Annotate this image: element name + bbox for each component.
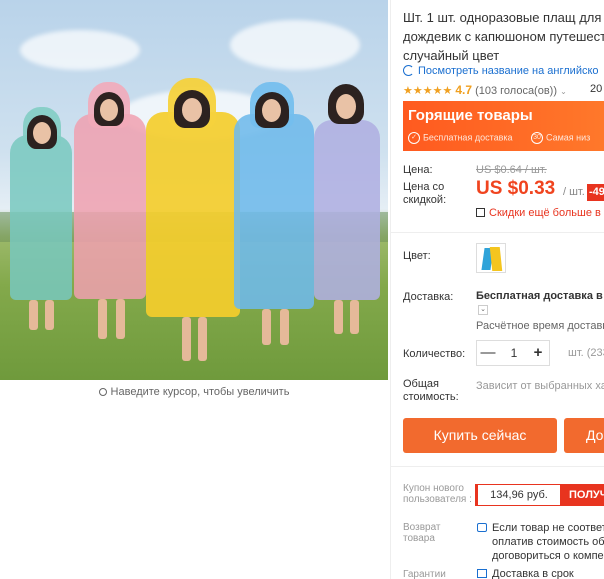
- add-to-cart-button[interactable]: До: [564, 418, 604, 453]
- bulk-discount-link[interactable]: Скидки ещё больше в п: [476, 207, 604, 219]
- hot-deals-banner: Горящие товары ✓ Бесплатная доставка 30 Са…: [403, 101, 604, 151]
- model-blue-raincoat: [228, 82, 318, 352]
- returns-icon: [477, 523, 487, 532]
- model-pink-raincoat: [70, 82, 150, 347]
- returns-policy: Если товар не соответс оплатив стоимость…: [477, 521, 604, 563]
- price-label: Цена:: [403, 164, 433, 176]
- returns-line: договориться о компен: [492, 550, 604, 562]
- rating-value: 4.7: [455, 83, 472, 97]
- delivery-icon: [477, 569, 487, 578]
- quantity-decrease-button[interactable]: —: [477, 341, 499, 365]
- price-unit: / шт.: [563, 186, 585, 198]
- shipping-dropdown-chevron-icon[interactable]: ⌄: [478, 305, 488, 315]
- guarantee-label: Гарантии: [403, 569, 446, 579]
- discount-price-label: Цена со скидкой:: [403, 181, 447, 206]
- divider: [391, 466, 604, 467]
- translate-title-link[interactable]: Посмотреть название на английско: [403, 65, 599, 77]
- returns-line: Если товар не соответс: [492, 522, 604, 534]
- total-value: Зависит от выбранных хар: [476, 380, 604, 392]
- translate-icon: [403, 65, 414, 76]
- title-line: дождевик с капюшоном путешест: [403, 29, 604, 44]
- swatch-yellow: [489, 247, 503, 271]
- cloud: [230, 20, 360, 70]
- model-teal-raincoat: [5, 105, 80, 340]
- new-user-coupon-label: Купон нового пользователя :: [403, 483, 472, 505]
- delivery-estimate: Расчётное время доставки: [476, 320, 604, 332]
- shipping-value: Бесплатная доставка в R: [476, 290, 604, 302]
- divider: [391, 232, 604, 233]
- color-option-swatch[interactable]: [476, 243, 506, 273]
- title-line: случайный цвет: [403, 48, 500, 63]
- hot-deals-title: Горящие товары: [408, 107, 533, 124]
- buy-now-button[interactable]: Купить сейчас: [403, 418, 557, 453]
- original-price: US $0.64 / шт.: [476, 164, 547, 176]
- on-time-delivery: Доставка в срок: [477, 568, 574, 579]
- returns-line: оплатив стоимость обр: [492, 536, 604, 548]
- feature-text: Бесплатная доставка: [423, 132, 513, 143]
- title-line: Шт. 1 шт. одноразовые плащ для: [403, 10, 602, 25]
- guarantee-value: Доставка в срок: [492, 568, 574, 579]
- color-label: Цвет:: [403, 250, 431, 262]
- free-shipping-icon: ✓: [408, 132, 420, 144]
- magnifier-icon: [98, 388, 107, 396]
- thirty-badge-icon: 30: [531, 132, 543, 144]
- orders-count: 20: [590, 83, 603, 95]
- quantity-stepper: — 1 +: [476, 340, 550, 366]
- discount-badge: -49: [587, 184, 604, 201]
- chevron-down-icon: ⌄: [560, 87, 567, 96]
- feature-text: Самая низ: [546, 132, 591, 143]
- review-count: (103 голоса(ов)): [475, 85, 558, 97]
- coupon-amount: 134,96 руб.: [475, 484, 561, 506]
- quantity-increase-button[interactable]: +: [527, 341, 549, 365]
- cloud: [20, 30, 140, 70]
- quantity-input[interactable]: 1: [499, 341, 529, 365]
- zoom-hint: Наведите курсор, чтобы увеличить: [0, 386, 388, 398]
- lowest-price-feature: 30 Самая низ: [531, 132, 590, 144]
- returns-label: Возврат товара: [403, 522, 441, 544]
- shipping-label: Доставка:: [403, 291, 454, 303]
- stock-count: шт. (233: [568, 347, 604, 359]
- model-lavender-raincoat: [310, 82, 385, 342]
- product-image[interactable]: [0, 0, 388, 380]
- quantity-label: Количество:: [403, 348, 466, 360]
- bulk-discount-icon: [476, 208, 485, 217]
- product-title: Шт. 1 шт. одноразовые плащ для дождевик …: [403, 8, 604, 65]
- product-details: Шт. 1 шт. одноразовые плащ для дождевик …: [390, 0, 604, 579]
- get-coupon-button[interactable]: ПОЛУЧ: [561, 484, 604, 506]
- rating-row[interactable]: ★★★★★ 4.7 (103 голоса(ов)) ⌄: [403, 83, 567, 97]
- sale-price: US $0.33: [476, 178, 556, 199]
- zoom-hint-text: Наведите курсор, чтобы увеличить: [110, 386, 290, 398]
- product-gallery: Наведите курсор, чтобы увеличить: [0, 0, 390, 579]
- free-shipping-feature: ✓ Бесплатная доставка: [408, 132, 513, 144]
- total-label: Общая стоимость:: [403, 378, 459, 403]
- rating-stars-icon: ★★★★★: [403, 85, 453, 97]
- bulk-discount-text: Скидки ещё больше в п: [489, 207, 604, 219]
- translate-link-text: Посмотреть название на английско: [418, 65, 599, 77]
